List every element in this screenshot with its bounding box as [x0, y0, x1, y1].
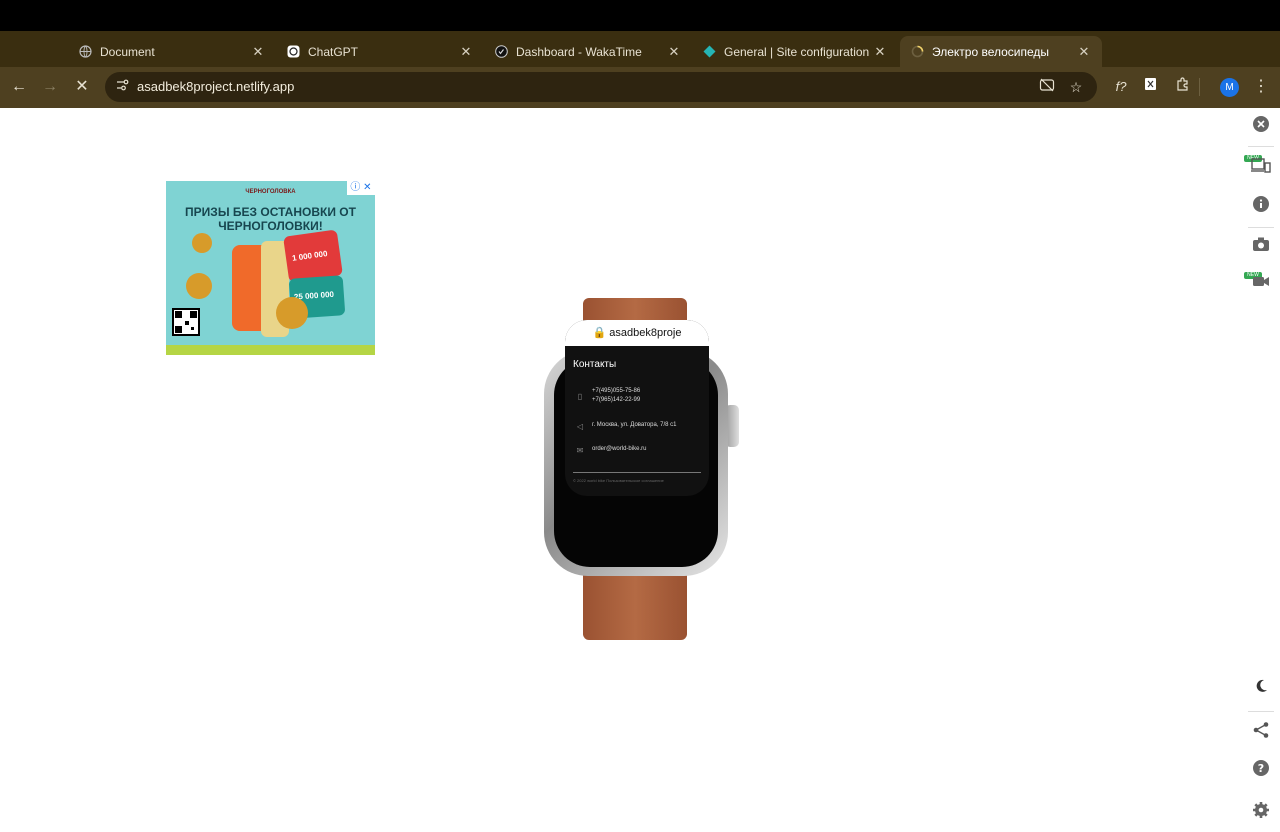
tab-chatgpt[interactable]: ChatGPT ✕: [276, 36, 484, 67]
netlify-icon: [702, 45, 716, 59]
tab-title: General | Site configuration |: [724, 44, 872, 59]
formula-extension-icon[interactable]: f?: [1110, 76, 1132, 98]
help-icon[interactable]: ?: [1250, 759, 1272, 781]
site-settings-icon[interactable]: [113, 78, 131, 96]
tab-close-icon[interactable]: ✕: [458, 44, 474, 60]
tab-document[interactable]: Document ✕: [68, 36, 276, 67]
tab-title: Dashboard - WakaTime: [516, 44, 642, 59]
phone-number[interactable]: +7(965)142-22-99: [592, 395, 640, 405]
tab-electro-bikes[interactable]: Электро велосипеды ✕: [900, 36, 1102, 67]
eye-off-icon[interactable]: [1037, 77, 1057, 97]
ad-legal-footer: [166, 345, 375, 355]
apple-watch-preview: 🔒 asadbek8proje Контакты ▯ +7(495)055-75…: [541, 298, 741, 640]
video-icon[interactable]: [1250, 273, 1272, 295]
moon-icon[interactable]: [1250, 678, 1272, 700]
sidebar-divider: [1248, 146, 1274, 147]
watch-screen[interactable]: 🔒 asadbek8proje Контакты ▯ +7(495)055-75…: [565, 320, 709, 496]
camera-icon[interactable]: [1250, 236, 1272, 258]
bookmark-star-icon[interactable]: ☆: [1066, 77, 1086, 97]
ad-coin-image: [192, 233, 212, 253]
tab-close-icon[interactable]: ✕: [1076, 44, 1092, 60]
mail-icon: ✉: [576, 446, 584, 455]
ad-choices-icon[interactable]: ⓘ ✕: [347, 181, 375, 195]
devices-icon[interactable]: [1250, 156, 1272, 178]
watch-address-bar[interactable]: 🔒 asadbek8proje: [565, 320, 709, 346]
tab-wakatime[interactable]: Dashboard - WakaTime ✕: [484, 36, 692, 67]
copyright-text: © 2022 world bike Пользовательское согла…: [573, 478, 664, 483]
loading-icon: [910, 45, 924, 59]
ad-brand: ЧЕРНОГОЛОВКА: [245, 189, 296, 195]
more-menu-icon[interactable]: ⋮: [1250, 76, 1272, 98]
stop-loading-icon[interactable]: ✕: [71, 76, 93, 98]
tab-netlify[interactable]: General | Site configuration | ✕: [692, 36, 898, 67]
settings-icon[interactable]: [1250, 801, 1272, 823]
svg-text:?: ?: [1258, 762, 1264, 775]
info-icon[interactable]: [1250, 195, 1272, 217]
watch-url: asadbek8proje: [609, 327, 682, 339]
ad-qr-code: [172, 308, 200, 336]
address-text: г. Москва, ул. Доватора, 7/8 с1: [592, 422, 677, 428]
extensions-puzzle-icon[interactable]: [1172, 76, 1194, 98]
watch-strap-bottom: [583, 574, 687, 640]
tab-close-icon[interactable]: ✕: [872, 44, 888, 60]
phone-icon: ▯: [577, 392, 583, 401]
chatgpt-icon: [286, 45, 300, 59]
close-icon[interactable]: [1250, 115, 1272, 137]
ad-coin-image: [276, 297, 308, 329]
tab-close-icon[interactable]: ✕: [666, 44, 682, 60]
excel-extension-icon[interactable]: [1140, 76, 1162, 98]
tab-close-icon[interactable]: ✕: [250, 44, 266, 60]
wakatime-icon: [494, 45, 508, 59]
advertisement-banner[interactable]: ЧЕРНОГОЛОВКА ПРИЗЫ БЕЗ ОСТАНОВКИ ОТ ЧЕРН…: [166, 181, 375, 355]
back-arrow-icon[interactable]: ←: [8, 76, 30, 98]
url-text[interactable]: asadbek8project.netlify.app: [137, 79, 294, 94]
forward-arrow-icon[interactable]: →: [39, 76, 61, 98]
share-icon[interactable]: [1250, 721, 1272, 743]
toolbar-divider: [1199, 78, 1200, 96]
ad-prize-amount: 1 000 000: [291, 249, 329, 263]
footer-divider: [573, 472, 701, 473]
contacts-heading: Контакты: [573, 359, 617, 370]
tab-strip: Document ✕ ChatGPT ✕ Dashboard - WakaTim…: [0, 31, 1280, 90]
page-content: ЧЕРНОГОЛОВКА ПРИЗЫ БЕЗ ОСТАНОВКИ ОТ ЧЕРН…: [0, 108, 1280, 832]
globe-icon: [78, 45, 92, 59]
tab-title: Document: [100, 44, 155, 59]
lock-icon: 🔒: [592, 327, 607, 339]
sidebar-divider: [1248, 711, 1274, 712]
sidebar-divider: [1248, 227, 1274, 228]
email-link[interactable]: order@world-bike.ru: [592, 444, 646, 454]
ad-headline: ПРИЗЫ БЕЗ ОСТАНОВКИ ОТ ЧЕРНОГОЛОВКИ!: [185, 205, 356, 233]
ad-prize-card-red: 1 000 000: [283, 229, 343, 283]
profile-avatar[interactable]: M: [1220, 78, 1239, 97]
ad-coin-image: [186, 273, 212, 299]
location-arrow-icon: ◁: [576, 422, 584, 431]
os-menu-bar: [0, 0, 1280, 31]
browser-toolbar: ← → ✕ asadbek8project.netlify.app ☆ f? M…: [0, 67, 1280, 108]
tab-title: ChatGPT: [308, 44, 359, 59]
address-bar[interactable]: asadbek8project.netlify.app ☆: [105, 72, 1097, 102]
tab-title: Электро велосипеды: [932, 44, 1050, 59]
